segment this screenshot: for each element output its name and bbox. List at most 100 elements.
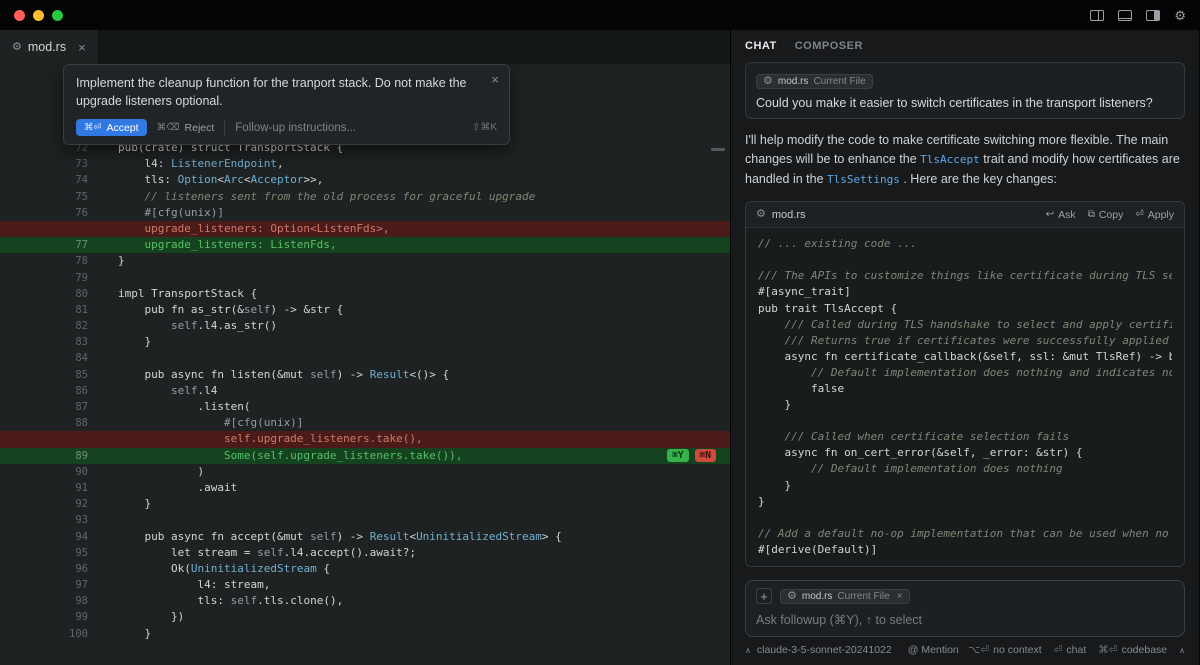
code-line[interactable]: #[cfg(unix)] <box>104 205 224 221</box>
user-message-text: Could you make it easier to switch certi… <box>756 96 1174 110</box>
shortcut-keys: ⏎ <box>1054 644 1063 656</box>
code-text: , <box>277 157 284 170</box>
prompt-close-icon[interactable]: × <box>491 72 499 87</box>
minimize-window-button[interactable] <box>33 10 44 21</box>
followup-instructions-input[interactable]: Follow-up instructions... <box>235 122 356 134</box>
code-line[interactable]: }) <box>104 609 184 625</box>
code-block-line: async fn on_cert_error(&self, _error: &s… <box>758 445 1172 461</box>
no-context-button[interactable]: ⌥⏎no context <box>968 644 1041 656</box>
code-block-actions: ↩ Ask ⧉Copy ⏎Apply <box>1046 209 1174 221</box>
tab-chat[interactable]: CHAT <box>745 40 777 52</box>
remove-context-icon[interactable]: × <box>897 591 903 602</box>
code-line[interactable]: let stream = self.l4.accept().await?; <box>104 545 416 561</box>
apply-button[interactable]: ⏎Apply <box>1135 209 1174 221</box>
codebase-button[interactable]: ⌘⏎codebase <box>1098 644 1167 656</box>
ask-icon: ↩ <box>1046 209 1054 220</box>
add-context-button[interactable]: + <box>756 588 772 604</box>
close-window-button[interactable] <box>14 10 25 21</box>
code-line[interactable]: tls: Option<Arc<Acceptor>>, <box>104 172 323 188</box>
at-icon: @ <box>908 644 919 656</box>
toggle-panel-icon[interactable] <box>1118 10 1132 21</box>
code-line[interactable]: #[cfg(unix)] <box>104 415 303 431</box>
split-editor-icon[interactable] <box>1090 10 1104 21</box>
code-line[interactable]: self.upgrade_listeners.take(), <box>104 431 423 447</box>
code-line[interactable] <box>104 512 118 528</box>
tab-close-icon[interactable]: × <box>78 40 86 55</box>
code-editor[interactable]: 72pub(crate) struct TransportStack {73 l… <box>0 140 730 642</box>
toggle-sidebar-icon[interactable] <box>1146 10 1160 21</box>
code-line[interactable]: Ok(UninitializedStream { <box>104 561 330 577</box>
line-number: 75 <box>0 189 104 205</box>
code-line[interactable]: self.l4 <box>104 383 217 399</box>
code-line[interactable] <box>104 350 118 366</box>
copy-button[interactable]: ⧉Copy <box>1088 209 1124 221</box>
chevron-up-icon: ∧ <box>1179 646 1185 655</box>
context-pill[interactable]: ⚙ mod.rs Current File <box>756 74 873 89</box>
code-text: impl TransportStack { <box>118 287 257 300</box>
code-line[interactable]: Some(self.upgrade_listeners.take()), <box>104 448 462 464</box>
code-text: Ok( <box>118 562 191 575</box>
code-line[interactable]: impl TransportStack { <box>104 286 257 302</box>
code-line[interactable]: } <box>104 334 151 350</box>
rust-file-icon: ⚙ <box>763 76 773 87</box>
tab-label: mod.rs <box>28 40 66 54</box>
maximize-window-button[interactable] <box>52 10 63 21</box>
code-line[interactable]: pub async fn listen(&mut self) -> Result… <box>104 367 449 383</box>
code-line[interactable]: // listeners sent from the old process f… <box>104 189 535 205</box>
tab-bar: ⚙ mod.rs × <box>0 30 730 64</box>
code-text: Result <box>370 530 410 543</box>
line-number: 76 <box>0 205 104 221</box>
settings-gear-icon[interactable]: ⚙ <box>1174 9 1186 22</box>
code-text: self <box>257 546 284 559</box>
tab-mod-rs[interactable]: ⚙ mod.rs × <box>0 30 99 64</box>
code-line[interactable]: upgrade_listeners: ListenFds, <box>104 237 337 253</box>
diff-reject-badge[interactable]: ⌘N <box>695 449 716 462</box>
code-line[interactable]: .listen( <box>104 399 250 415</box>
editor-line: 84 <box>0 350 730 366</box>
line-number: 93 <box>0 512 104 528</box>
code-text: pub async fn listen(&mut <box>118 368 310 381</box>
accept-button[interactable]: ⌘⏎ Accept <box>76 119 147 136</box>
ask-label: Ask <box>1058 209 1076 221</box>
code-text: >>, <box>303 173 323 186</box>
code-block-body: // ... existing code .../// The APIs to … <box>746 228 1184 566</box>
editor-line: 99 }) <box>0 609 730 625</box>
editor-line: 89 Some(self.upgrade_listeners.take()),⌘… <box>0 448 730 464</box>
code-line[interactable]: self.l4.as_str() <box>104 318 277 334</box>
chat-button[interactable]: ⏎chat <box>1054 644 1087 656</box>
mention-button[interactable]: @ Mention <box>908 644 959 656</box>
code-line[interactable]: tls: self.tls.clone(), <box>104 593 343 609</box>
code-text: #[cfg(unix)] <box>118 416 303 429</box>
editor-line: 96 Ok(UninitializedStream { <box>0 561 730 577</box>
code-line[interactable]: } <box>104 253 125 269</box>
code-text: upgrade_listeners: Option<ListenFds>, <box>118 222 390 235</box>
diff-accept-badge[interactable]: ⌘Y <box>667 449 688 462</box>
code-line[interactable]: .await <box>104 480 237 496</box>
mention-label: Mention <box>921 644 958 656</box>
code-line[interactable]: } <box>104 496 151 512</box>
code-text: // Add a default no-op implementation th… <box>758 527 1172 540</box>
code-text: .l4.as_str() <box>197 319 276 332</box>
code-line[interactable]: ) <box>104 464 204 480</box>
code-text: UninitializedStream <box>416 530 542 543</box>
code-line[interactable]: upgrade_listeners: Option<ListenFds>, <box>104 221 390 237</box>
traffic-lights <box>14 10 63 21</box>
code-line[interactable] <box>104 270 118 286</box>
ask-button[interactable]: ↩ Ask <box>1046 209 1076 221</box>
code-line[interactable]: } <box>104 626 151 642</box>
code-block-line: } <box>758 478 1172 494</box>
chat-input-box[interactable]: + ⚙ mod.rs Current File × Ask followup (… <box>745 580 1185 637</box>
code-line[interactable]: pub fn as_str(&self) -> &str { <box>104 302 343 318</box>
code-text: .l4.accept().await?; <box>284 546 416 559</box>
code-text: pub trait TlsAccept { <box>758 302 897 315</box>
input-context-pill[interactable]: ⚙ mod.rs Current File × <box>780 589 910 604</box>
code-line[interactable]: pub async fn accept(&mut self) -> Result… <box>104 529 562 545</box>
horizontal-scrollbar[interactable] <box>711 148 725 151</box>
code-line[interactable]: l4: ListenerEndpoint, <box>104 156 284 172</box>
code-line[interactable]: l4: stream, <box>104 577 270 593</box>
reject-button[interactable]: ⌘⌫ Reject <box>157 122 215 134</box>
editor-line: 86 self.l4 <box>0 383 730 399</box>
reject-shortcut: ⌘⌫ <box>157 122 180 133</box>
tab-composer[interactable]: COMPOSER <box>795 40 863 52</box>
model-selector[interactable]: claude-3-5-sonnet-20241022 <box>757 644 892 656</box>
